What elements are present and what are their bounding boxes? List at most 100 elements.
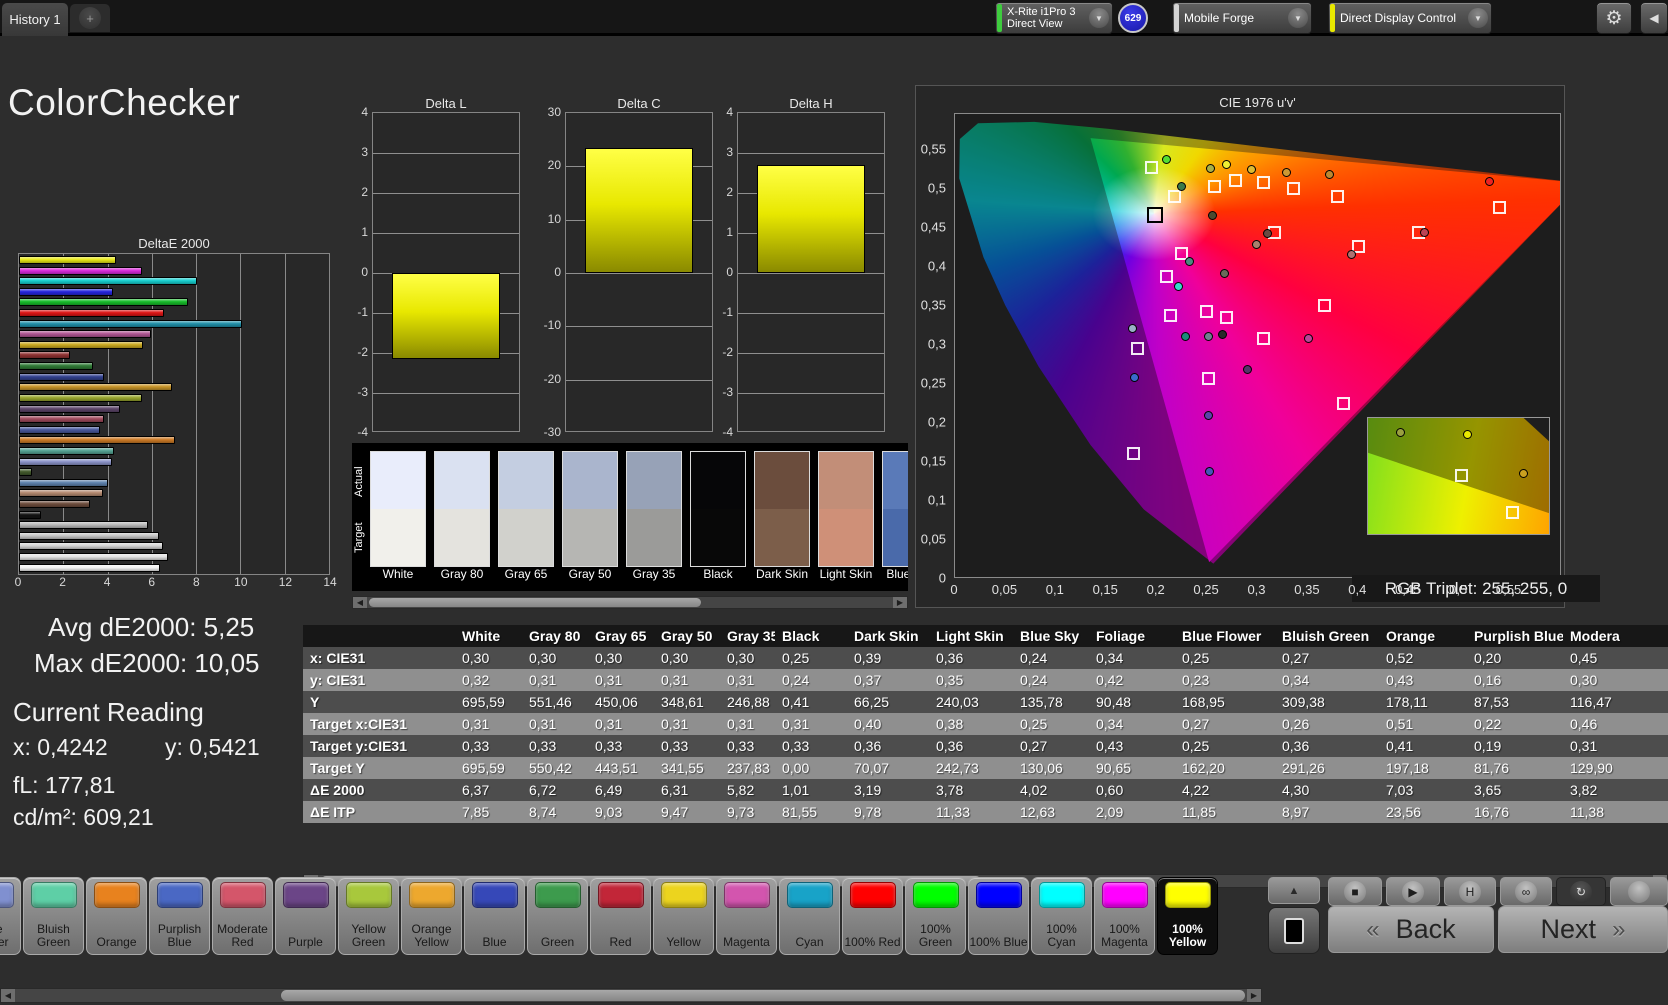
patch-button-purplish-blue[interactable]: Purplish Blue (149, 877, 210, 955)
gridline (738, 273, 884, 274)
play-button[interactable]: ▶ (1386, 877, 1440, 906)
table-cell: 0,00 (775, 757, 847, 779)
step-button[interactable]: H (1444, 877, 1496, 906)
patch-button-moderate-red[interactable]: Moderate Red (212, 877, 273, 955)
pattern-window-icon (1284, 918, 1304, 944)
gridline (373, 233, 519, 234)
pattern-window-button[interactable] (1268, 907, 1320, 954)
patch-button-blue-flower[interactable]: Blue Flower (0, 877, 21, 955)
patch-color-chip (850, 882, 896, 908)
patch-color-chip (283, 882, 329, 908)
deltae-bar-row (19, 532, 329, 540)
axis-tick-label: -4 (357, 425, 368, 439)
axis-tick-label: 1 (726, 225, 733, 239)
patch-button-yellow[interactable]: Yellow (653, 877, 714, 955)
cie-diagram: RGB Triplet: 255, 255, 0 (954, 113, 1561, 578)
swatch-scrollbar[interactable]: ◀ ▶ (352, 596, 908, 609)
swatch-label: Gray 35 (625, 567, 683, 581)
table-cell: 9,73 (720, 801, 775, 823)
axis-tick-label: 2 (726, 185, 733, 199)
scroll-right-icon[interactable]: ▶ (1247, 989, 1261, 1002)
history-tab[interactable]: History 1 (2, 3, 68, 36)
table-row-label: y: CIE31 (303, 669, 455, 691)
axis-tick-label: 0,4 (1348, 582, 1366, 597)
display-dropdown[interactable]: Direct Display Control ▼ (1328, 2, 1492, 34)
settings-button[interactable]: ⚙ (1596, 2, 1632, 34)
table-cell: 291,26 (1275, 757, 1379, 779)
chevron-left-icon: ◀ (1649, 11, 1658, 25)
swatch-label: Gray 80 (433, 567, 491, 581)
axis-tick-label: 4 (361, 105, 368, 119)
app-window: History 1 + X-Rite i1Pro 3Direct View ▼ … (0, 0, 1668, 1005)
refresh-button[interactable]: ↻ (1556, 877, 1606, 906)
swatch-scrollbar-thumb[interactable] (369, 598, 701, 607)
table-cell: 0,25 (1175, 647, 1275, 669)
swatch-target (627, 509, 681, 566)
table-cell: 0,43 (1089, 735, 1175, 757)
source-dropdown[interactable]: Mobile Forge ▼ (1172, 2, 1312, 34)
table-cell: 695,59 (455, 757, 522, 779)
source-dropdown-label: Mobile Forge (1180, 12, 1288, 24)
table-cell: 0,36 (929, 647, 1013, 669)
cie-measured-marker (1243, 365, 1252, 374)
patch-button-label: Orange Yellow (402, 923, 461, 949)
table-cell: 3,82 (1563, 779, 1668, 801)
table-cell: 0,45 (1563, 647, 1668, 669)
patch-button-green[interactable]: Green (527, 877, 588, 955)
gridline (373, 153, 519, 154)
patch-button-100-magenta[interactable]: 100% Magenta (1094, 877, 1155, 955)
target-row-label: Target (353, 509, 368, 567)
patch-button-bluish-green[interactable]: Bluish Green (23, 877, 84, 955)
table-row-label: Y (303, 691, 455, 713)
scroll-left-icon[interactable]: ◀ (353, 597, 367, 608)
next-button[interactable]: Next » (1498, 906, 1668, 953)
stop-button[interactable]: ■ (1328, 877, 1382, 906)
patch-button-orange-yellow[interactable]: Orange Yellow (401, 877, 462, 955)
swatch-target (563, 509, 617, 566)
add-tab-button[interactable]: + (70, 4, 110, 32)
patch-button-purple[interactable]: Purple (275, 877, 336, 955)
back-button[interactable]: « Back (1328, 906, 1494, 953)
patch-button-label: 100% Magenta (1095, 923, 1154, 949)
axis-tick-label: 0,25 (1193, 582, 1218, 597)
table-cell: 129,90 (1563, 757, 1668, 779)
deltae-bar-row (19, 383, 329, 391)
patch-button-cyan[interactable]: Cyan (779, 877, 840, 955)
blank-button[interactable] (1610, 877, 1668, 906)
pattern-up-button[interactable]: ▲ (1268, 877, 1320, 904)
scroll-right-icon[interactable]: ▶ (893, 597, 907, 608)
scroll-left-icon[interactable]: ◀ (1, 989, 15, 1002)
reading-y: y: 0,5421 (165, 734, 260, 761)
table-row-label: Target y:CIE31 (303, 735, 455, 757)
deltae-bar-row (19, 362, 329, 370)
loop-button[interactable]: ∞ (1500, 877, 1552, 906)
avg-de2000: Avg dE2000: 5,25 (48, 612, 254, 643)
swatch-dark-skin (754, 451, 810, 567)
patch-bar-scrollbar[interactable]: ◀ ▶ (0, 988, 1262, 1003)
patch-button-100-red[interactable]: 100% Red (842, 877, 903, 955)
swatch-black (690, 451, 746, 567)
patch-button-100-yellow[interactable]: 100% Yellow (1157, 877, 1218, 955)
table-cell: 237,83 (720, 757, 775, 779)
meter-dropdown[interactable]: X-Rite i1Pro 3Direct View ▼ (995, 2, 1113, 34)
table-cell: 4,22 (1175, 779, 1275, 801)
patch-color-chip (1102, 882, 1148, 908)
patch-button-100-cyan[interactable]: 100% Cyan (1031, 877, 1092, 955)
swatch-target (819, 509, 873, 566)
patch-button-yellow-green[interactable]: Yellow Green (338, 877, 399, 955)
deltae-bar (19, 489, 103, 497)
patch-bar-scrollbar-thumb[interactable] (281, 990, 1245, 1001)
cie-target-marker (1257, 176, 1270, 189)
table-cell: 12,63 (1013, 801, 1089, 823)
table-cell: 0,24 (1013, 647, 1089, 669)
patch-button-red[interactable]: Red (590, 877, 651, 955)
next-chevrons-icon: » (1612, 916, 1625, 944)
patch-button-100-green[interactable]: 100% Green (905, 877, 966, 955)
patch-button-orange[interactable]: Orange (86, 877, 147, 955)
patch-button-magenta[interactable]: Magenta (716, 877, 777, 955)
patch-button-blue[interactable]: Blue (464, 877, 525, 955)
patch-button-label: 100% Yellow (1158, 923, 1217, 949)
swatch-label: Dark Skin (753, 567, 811, 581)
patch-button-100-blue[interactable]: 100% Blue (968, 877, 1029, 955)
collapse-panel-button[interactable]: ◀ (1640, 2, 1668, 34)
